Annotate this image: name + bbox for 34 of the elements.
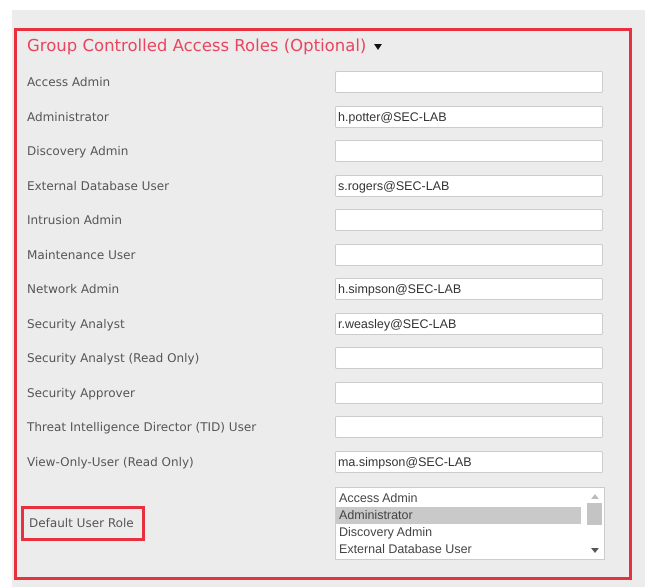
user-field[interactable]: r.weasley@SEC-LAB [335, 312, 603, 335]
user-field[interactable]: ma.simpson@SEC-LAB [335, 450, 603, 473]
list-option[interactable]: Access Admin [336, 490, 581, 506]
role-label: Discovery Admin [27, 144, 128, 158]
user-field[interactable] [335, 140, 603, 162]
caret-icon[interactable] [374, 44, 382, 50]
user-field[interactable] [335, 71, 603, 94]
role-label: External Database User [27, 178, 170, 193]
list-option[interactable]: Discovery Admin [336, 524, 581, 540]
user-field[interactable]: h.potter@SEC-LAB [335, 106, 603, 128]
role-listbox[interactable]: Access Admin Administrator Discovery Admin External Database User [335, 486, 605, 560]
user-field[interactable] [335, 347, 603, 370]
scroll-up-icon[interactable] [590, 494, 598, 498]
user-field[interactable]: h.simpson@SEC-LAB [335, 278, 603, 300]
role-label: Security Analyst [27, 316, 125, 331]
user-field[interactable]: s.rogers@SEC-LAB [335, 174, 603, 197]
section-title: Group Controlled Access Roles (Optional) [27, 36, 366, 54]
user-field[interactable] [335, 209, 603, 232]
scroll-down-icon[interactable] [590, 548, 598, 552]
role-label: Maintenance User [27, 248, 136, 262]
role-label: Security Approver [27, 386, 135, 400]
role-label: View-Only-User (Read Only) [27, 454, 194, 469]
role-label: Network Admin [27, 282, 120, 296]
user-field[interactable] [335, 416, 603, 438]
user-field[interactable] [335, 382, 603, 404]
user-field[interactable] [335, 244, 603, 266]
role-label: Default User Role [21, 506, 145, 540]
list-option[interactable]: External Database User [336, 540, 581, 558]
role-label: Access Admin [27, 75, 110, 90]
role-label: Administrator [27, 110, 109, 124]
role-label: Security Analyst (Read Only) [27, 351, 200, 366]
role-label: Threat Intelligence Director (TID) User [27, 420, 256, 434]
list-option[interactable]: Administrator [336, 506, 581, 524]
role-label: Intrusion Admin [27, 213, 122, 228]
